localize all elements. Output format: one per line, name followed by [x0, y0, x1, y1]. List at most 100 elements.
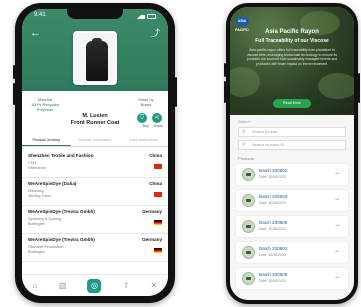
germany-flag-icon [154, 248, 162, 253]
back-arrow-icon[interactable]: ← [30, 27, 41, 39]
status-time: 9:41 [34, 12, 46, 18]
hero-title: Asia Pacific Rayon [265, 29, 319, 35]
buy-button[interactable]: ⛉ [137, 113, 147, 123]
journey-row[interactable]: Shenzhen Textile and Fashion CMT, Shenzh… [22, 150, 168, 178]
volume-up-button [13, 65, 15, 79]
search-icon: ⚲ [242, 142, 246, 148]
tab-product-journey[interactable]: Product Journey [22, 135, 71, 146]
arrow-right-icon[interactable]: → [334, 222, 340, 228]
brand-logo: ASIA PACIFIC [235, 17, 249, 32]
batch-date: Date: 10/06/2020 [259, 175, 286, 179]
foliage [318, 73, 354, 99]
right-screen: ASIA PACIFIC Asia Pacific Rayon Full Tra… [230, 7, 354, 300]
bottom-nav: ⌂ ▥ ◎ ⇧ ✕ [22, 274, 168, 296]
product-tabs: Product Journey Product Information Care… [22, 135, 168, 147]
journey-name: WeAreSpinDye (Datia) [28, 181, 77, 186]
batch-icon [242, 168, 255, 181]
share-small-icon: ≺ [154, 115, 160, 121]
tools-icon[interactable]: ✕ [151, 281, 158, 290]
scan-icon[interactable]: ◎ [87, 278, 102, 293]
china-flag-icon [154, 164, 162, 169]
search-batch-input[interactable]: ⚲ Search by batch ID [238, 140, 346, 150]
batch-icon [242, 220, 255, 233]
batch-card[interactable]: Batch 200609 Date: 10/06/2020 → [236, 268, 348, 289]
batch-name: Batch 200605 [259, 220, 288, 225]
madeby-block: Made by Brand [128, 97, 164, 107]
volume-down-button [13, 83, 15, 105]
batch-name: Batch 200602 [259, 246, 288, 251]
journey-country: China [149, 153, 162, 158]
material-block: Material 100% Recycled Polyester [26, 97, 64, 112]
status-icons [137, 12, 156, 21]
power-button [358, 73, 360, 103]
read-more-button[interactable]: Read More [273, 99, 311, 108]
product-title-line1: M. Lusien [82, 113, 108, 119]
tab-care-instructions[interactable]: Care Instructions [119, 135, 168, 146]
notch [67, 9, 123, 19]
stats-icon[interactable]: ▥ [59, 281, 67, 290]
batch-name: Batch 200603 [259, 194, 288, 199]
search-label: Search [238, 119, 251, 124]
batch-date: Date: 10/06/2020 [259, 279, 286, 283]
volume-up-button [224, 63, 226, 77]
journey-location: Bobingen [28, 249, 45, 254]
volume-down-button [224, 81, 226, 103]
arrow-right-icon[interactable]: → [334, 274, 340, 280]
product-info: Material 100% Recycled Polyester M. Lusi… [22, 91, 168, 133]
madeby-value: Brand [140, 102, 152, 107]
search-icon: ⚲ [242, 129, 246, 135]
mockup-stage: 9:41 ← ⤴ Material 100% Recycled Polyeste… [0, 0, 361, 307]
batch-date: Date: 10/06/2020 [259, 227, 286, 231]
share-button[interactable]: ≺ [152, 113, 162, 123]
journey-country: China [149, 181, 162, 186]
battery-icon [147, 14, 156, 19]
germany-flag-icon [154, 220, 162, 225]
home-icon[interactable]: ⌂ [33, 281, 38, 290]
search-batch-placeholder: Search by batch ID [252, 143, 285, 147]
power-button [175, 77, 177, 107]
arrow-right-icon[interactable]: → [334, 170, 340, 176]
foliage [230, 67, 260, 97]
hero-description: Asia pacific rayon offers full traceabil… [246, 48, 338, 66]
action-buttons: ⛉ ≺ [137, 113, 162, 123]
batch-card[interactable]: Batch 200602 Date: 10/06/2020 → [236, 242, 348, 263]
journey-row[interactable]: WeAreSpinDye (Trevira Gmbh) Spinning & D… [22, 206, 168, 234]
batch-date: Date: 10/06/2020 [259, 201, 286, 205]
journey-country: Germany [142, 209, 162, 214]
journey-row[interactable]: WeAreSpinDye (Datia) Weaving, JinJing To… [22, 178, 168, 206]
batch-icon [242, 272, 255, 285]
product-image [73, 31, 117, 85]
journey-location: Bobingen [28, 221, 45, 226]
batch-icon [242, 194, 255, 207]
arrow-right-icon[interactable]: → [334, 248, 340, 254]
search-date-placeholder: Search by date [252, 130, 278, 134]
coat-body [86, 41, 108, 81]
hero-subtitle: Full Traceability of our Viscose [255, 38, 329, 44]
left-phone: 9:41 ← ⤴ Material 100% Recycled Polyeste… [13, 3, 177, 303]
batch-card[interactable]: Batch 200602 Date: 10/06/2020 → [236, 164, 348, 185]
upload-icon[interactable]: ⇧ [123, 281, 130, 290]
batch-date: Date: 10/06/2020 [259, 253, 286, 257]
share-label: Share [153, 124, 163, 128]
journey-location: Shenzhen [28, 165, 47, 170]
batch-card[interactable]: Batch 200605 Date: 10/06/2020 → [236, 216, 348, 237]
batch-name: Batch 200602 [259, 168, 288, 173]
right-phone: ASIA PACIFIC Asia Pacific Rayon Full Tra… [224, 3, 360, 304]
batch-card[interactable]: Batch 200603 Date: 10/06/2020 → [236, 190, 348, 211]
journey-row[interactable]: WeAreSpinDye (Trevira Gmbh) Filament Pro… [22, 234, 168, 262]
batch-list: Batch 200602 Date: 10/06/2020 → Batch 20… [236, 164, 348, 294]
material-value: 100% Recycled Polyester [31, 102, 59, 112]
signal-icon [137, 14, 145, 19]
left-screen: 9:41 ← ⤴ Material 100% Recycled Polyeste… [22, 9, 168, 296]
journey-location: JinJing Town [28, 193, 51, 198]
journey-country: Germany [142, 237, 162, 242]
share-icon[interactable]: ⤴ [151, 26, 160, 39]
buy-label: Buy [142, 124, 149, 128]
arrow-right-icon[interactable]: → [334, 196, 340, 202]
search-date-input[interactable]: ⚲ Search by date [238, 127, 346, 137]
action-labels: Buy Share [143, 124, 163, 128]
batch-icon [242, 246, 255, 259]
tab-product-information[interactable]: Product Information [71, 135, 120, 146]
journey-list: Shenzhen Textile and Fashion CMT, Shenzh… [22, 150, 168, 262]
journey-name: Shenzhen Textile and Fashion [28, 153, 94, 158]
